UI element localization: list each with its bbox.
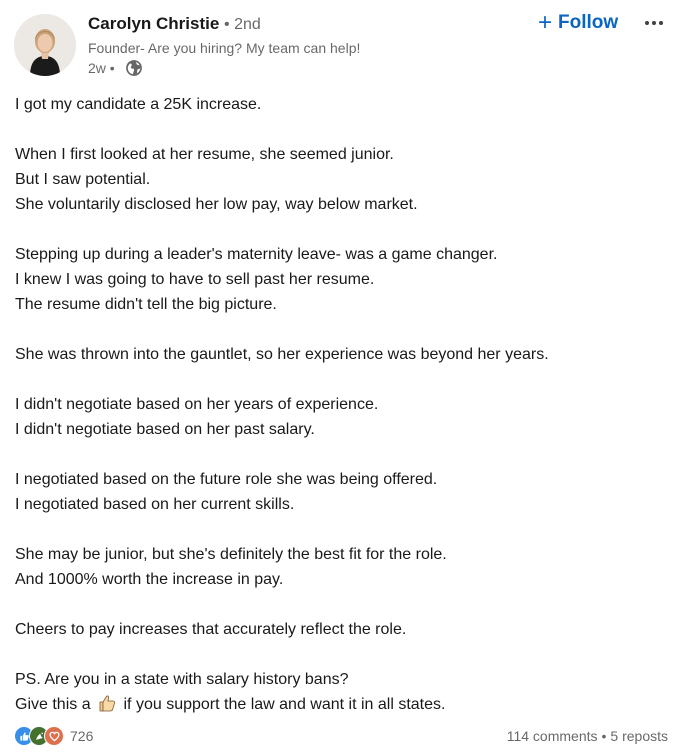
post-time: 2w •	[88, 60, 115, 76]
avatar-photo	[14, 14, 76, 76]
post-card: Carolyn Christie • 2nd Founder- Are you …	[0, 0, 682, 752]
post-line: When I first looked at her resume, she s…	[15, 146, 394, 163]
post-line: Cheers to pay increases that accurately …	[15, 621, 407, 638]
post-line: PS. Are you in a state with salary histo…	[15, 671, 349, 688]
engagement-counts: 114 comments • 5 reposts	[507, 728, 668, 744]
post-line: The resume didn't tell the big picture.	[15, 296, 277, 313]
post-line: Stepping up during a leader's maternity …	[15, 246, 498, 263]
post-line: I got my candidate a 25K increase.	[15, 96, 262, 113]
post-line: I didn't negotiate based on her years of…	[15, 396, 379, 413]
author-headline: Founder- Are you hiring? My team can hel…	[88, 40, 361, 56]
post-line-final: Give this a if you support the law and w…	[15, 692, 655, 717]
post-line: I knew I was going to have to sell past …	[15, 271, 375, 288]
author-name[interactable]: Carolyn Christie • 2nd	[88, 14, 261, 34]
author-avatar[interactable]	[14, 14, 76, 76]
globe-icon	[125, 60, 142, 76]
post-line-after: if you support the law and want it in al…	[123, 696, 446, 713]
ellipsis-dot-icon	[645, 21, 649, 25]
post-line-before: Give this a	[15, 696, 91, 713]
post-line	[15, 642, 655, 667]
post-line: I negotiated based on her current skills…	[15, 496, 295, 513]
more-options-button[interactable]	[638, 8, 670, 38]
social-counts-bar: 726 114 comments • 5 reposts	[14, 726, 668, 746]
post-line	[15, 592, 655, 617]
author-name-text[interactable]: Carolyn Christie	[88, 14, 219, 33]
post-line: And 1000% worth the increase in pay.	[15, 571, 284, 588]
follow-button[interactable]: + Follow	[530, 8, 626, 38]
thumbs-up-icon	[99, 695, 116, 712]
post-line	[15, 442, 655, 467]
post-line	[15, 517, 655, 542]
post-line: I negotiated based on the future role sh…	[15, 471, 438, 488]
post-line: I didn't negotiate based on her past sal…	[15, 421, 315, 438]
reposts-count-link[interactable]: 5 reposts	[610, 728, 668, 744]
love-reaction-icon	[44, 726, 64, 746]
post-line	[15, 117, 655, 142]
post-line: But I saw potential.	[15, 171, 151, 188]
comments-count-link[interactable]: 114 comments	[507, 728, 598, 744]
post-line: She was thrown into the gauntlet, so her…	[15, 346, 549, 363]
ellipsis-dot-icon	[659, 21, 663, 25]
follow-label: Follow	[558, 12, 619, 33]
post-line	[15, 217, 655, 242]
reaction-icons	[14, 726, 66, 746]
post-line	[15, 317, 655, 342]
reactions-summary[interactable]: 726	[14, 726, 93, 746]
ellipsis-dot-icon	[652, 21, 656, 25]
connection-degree: • 2nd	[224, 16, 261, 33]
post-meta: 2w •	[88, 59, 143, 77]
count-separator: •	[601, 728, 607, 744]
post-text: I got my candidate a 25K increase. When …	[15, 92, 655, 717]
post-line	[15, 367, 655, 392]
reaction-count[interactable]: 726	[70, 728, 93, 744]
post-line: She voluntarily disclosed her low pay, w…	[15, 196, 418, 213]
post-line: She may be junior, but she's definitely …	[15, 546, 447, 563]
plus-icon: +	[538, 9, 553, 36]
